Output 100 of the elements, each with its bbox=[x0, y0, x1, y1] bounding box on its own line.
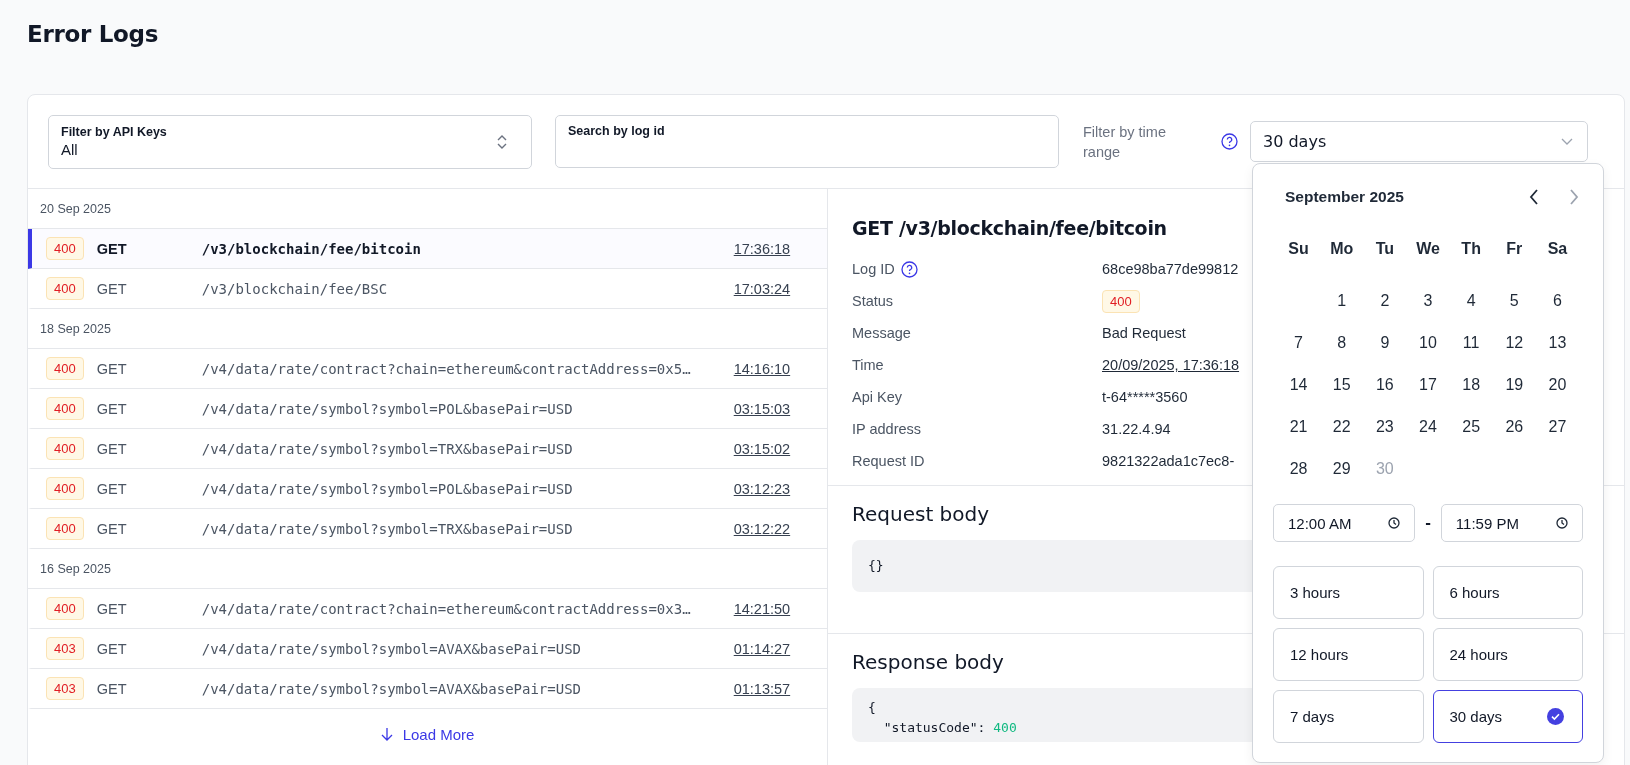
calendar-day[interactable]: 26 bbox=[1492, 406, 1536, 448]
calendar-day[interactable]: 4 bbox=[1449, 280, 1493, 322]
log-row[interactable]: 400 GET /v4/data/rate/symbol?symbol=TRX&basePair=USD 03:15:02 bbox=[28, 429, 827, 469]
method-text: GET bbox=[96, 280, 128, 297]
calendar-day[interactable]: 15 bbox=[1320, 364, 1364, 406]
calendar-day[interactable]: 28 bbox=[1277, 448, 1321, 490]
status-badge: 400 bbox=[46, 277, 84, 300]
calendar-day[interactable]: 14 bbox=[1277, 364, 1321, 406]
status-badge: 400 bbox=[46, 477, 84, 500]
chevron-left-icon[interactable] bbox=[1529, 189, 1539, 205]
path-text: /v4/data/rate/symbol?symbol=TRX&basePair=USD bbox=[201, 440, 574, 457]
field-label: Message bbox=[852, 325, 911, 341]
calendar-day[interactable]: 23 bbox=[1363, 406, 1407, 448]
check-circle-icon bbox=[1547, 708, 1564, 725]
field-value: 31.22.4.94 bbox=[1102, 421, 1171, 437]
weekday-label: Su bbox=[1287, 239, 1310, 259]
status-badge: 403 bbox=[46, 677, 84, 700]
method-text: GET bbox=[96, 240, 128, 257]
time-field[interactable]: 12:00 AM bbox=[1273, 504, 1416, 542]
calendar-day[interactable]: 17 bbox=[1406, 364, 1450, 406]
time-link[interactable]: 17:03:24 bbox=[733, 280, 791, 297]
preset-option[interactable]: 6 hours bbox=[1432, 566, 1583, 619]
weekday-label: Th bbox=[1460, 239, 1482, 259]
log-row[interactable]: 400 GET /v4/data/rate/symbol?symbol=POL&basePair=USD 03:12:23 bbox=[28, 469, 827, 509]
log-row[interactable]: 400 GET /v4/data/rate/symbol?symbol=TRX&basePair=USD 03:12:22 bbox=[28, 509, 827, 549]
weekday-label: Sa bbox=[1546, 239, 1569, 259]
time-link[interactable]: 03:15:02 bbox=[733, 440, 791, 457]
preset-option[interactable]: 30 days bbox=[1432, 690, 1583, 743]
calendar-day[interactable]: 5 bbox=[1492, 280, 1536, 322]
method-text: GET bbox=[96, 600, 128, 617]
time-separator: - bbox=[1425, 513, 1431, 533]
calendar-day[interactable]: 18 bbox=[1449, 364, 1493, 406]
time-link[interactable]: 14:16:10 bbox=[733, 360, 791, 377]
preset-option[interactable]: 12 hours bbox=[1273, 628, 1424, 681]
method-text: GET bbox=[96, 360, 128, 377]
log-row[interactable]: 400 GET /v4/data/rate/contract?chain=ethereum&contractAddress=0x3… 14:21:50 bbox=[28, 589, 827, 629]
status-badge: 400 bbox=[46, 517, 84, 540]
status-badge: 400 bbox=[46, 397, 84, 420]
method-text: GET bbox=[96, 640, 128, 657]
calendar-day[interactable]: 6 bbox=[1535, 280, 1579, 322]
calendar-day[interactable]: 10 bbox=[1406, 322, 1450, 364]
time-link[interactable]: 14:21:50 bbox=[733, 600, 791, 617]
log-row[interactable]: 403 GET /v4/data/rate/symbol?symbol=AVAX&basePair=USD 01:13:57 bbox=[28, 669, 827, 709]
date-header: 18 Sep 2025 bbox=[40, 321, 111, 336]
field-label: Request ID bbox=[852, 453, 925, 469]
calendar-day[interactable]: 29 bbox=[1320, 448, 1364, 490]
path-text: /v4/data/rate/contract?chain=ethereum&contractAddress=0x3… bbox=[201, 600, 692, 617]
time-link[interactable]: 17:36:18 bbox=[733, 240, 791, 257]
log-row[interactable]: 403 GET /v4/data/rate/symbol?symbol=AVAX&basePair=USD 01:14:27 bbox=[28, 629, 827, 669]
calendar-day[interactable]: 13 bbox=[1535, 322, 1579, 364]
weekday-label: Mo bbox=[1329, 239, 1355, 259]
log-row[interactable]: 400 GET /v3/blockchain/fee/BSC 17:03:24 bbox=[28, 269, 827, 309]
field-label: Status bbox=[852, 293, 894, 309]
time-link[interactable]: 03:12:23 bbox=[733, 480, 791, 497]
time-link[interactable]: 20/09/2025, 17:36:18 bbox=[1102, 357, 1240, 373]
search-field[interactable]: Search by log id bbox=[555, 115, 1059, 168]
calendar-day[interactable]: 25 bbox=[1449, 406, 1493, 448]
calendar-day[interactable]: 8 bbox=[1320, 322, 1364, 364]
method-text: GET bbox=[96, 400, 128, 417]
calendar-day[interactable]: 21 bbox=[1277, 406, 1321, 448]
time-field[interactable]: 11:59 PM bbox=[1440, 504, 1583, 542]
load-more-button[interactable]: Load More bbox=[374, 724, 481, 744]
calendar-day[interactable]: 9 bbox=[1363, 322, 1407, 364]
status-badge: 400 bbox=[46, 237, 84, 260]
field-value: 9821322ada1c7ec8- bbox=[1102, 453, 1235, 469]
field-value: 68ce98ba77de99812 bbox=[1102, 261, 1239, 277]
path-text: /v4/data/rate/contract?chain=ethereum&contractAddress=0x5… bbox=[201, 360, 692, 377]
preset-option[interactable]: 24 hours bbox=[1432, 628, 1583, 681]
calendar-day[interactable]: 2 bbox=[1363, 280, 1407, 322]
preset-option[interactable]: 7 days bbox=[1273, 690, 1424, 743]
calendar-day[interactable]: 27 bbox=[1535, 406, 1579, 448]
calendar-day[interactable]: 22 bbox=[1320, 406, 1364, 448]
help-icon[interactable] bbox=[900, 260, 918, 278]
help-icon[interactable] bbox=[1221, 133, 1238, 150]
time-range-select[interactable]: 30 days bbox=[1250, 121, 1588, 162]
calendar-day[interactable]: 12 bbox=[1492, 322, 1536, 364]
api-key-select[interactable]: Filter by API Keys All bbox=[48, 114, 532, 169]
status-badge: 400 bbox=[46, 597, 84, 620]
log-row[interactable]: 400 GET /v4/data/rate/symbol?symbol=POL&basePair=USD 03:15:03 bbox=[28, 389, 827, 429]
calendar-day[interactable]: 3 bbox=[1406, 280, 1450, 322]
time-link[interactable]: 03:15:03 bbox=[733, 400, 791, 417]
time-link[interactable]: 03:12:22 bbox=[733, 520, 791, 537]
time-link[interactable]: 01:14:27 bbox=[733, 640, 791, 657]
calendar-day[interactable]: 16 bbox=[1363, 364, 1407, 406]
calendar-day[interactable]: 1 bbox=[1320, 280, 1364, 322]
calendar-day[interactable]: 7 bbox=[1277, 322, 1321, 364]
calendar-day[interactable]: 19 bbox=[1492, 364, 1536, 406]
preset-option[interactable]: 3 hours bbox=[1273, 566, 1424, 619]
month-title: September 2025 bbox=[1285, 188, 1404, 206]
calendar-day[interactable]: 20 bbox=[1535, 364, 1579, 406]
log-row[interactable]: 400 GET /v3/blockchain/fee/bitcoin 17:36:18 bbox=[28, 229, 827, 269]
status-badge: 403 bbox=[46, 637, 84, 660]
calendar-day[interactable]: 24 bbox=[1406, 406, 1450, 448]
detail-title: GET /v3/blockchain/fee/bitcoin bbox=[852, 217, 1168, 239]
time-link[interactable]: 01:13:57 bbox=[733, 680, 791, 697]
log-row[interactable]: 400 GET /v4/data/rate/contract?chain=ethereum&contractAddress=0x5… 14:16:10 bbox=[28, 349, 827, 389]
path-text: /v4/data/rate/symbol?symbol=AVAX&basePair=USD bbox=[201, 640, 582, 657]
field-value: t-64*****3560 bbox=[1102, 389, 1188, 405]
calendar-day[interactable]: 11 bbox=[1449, 322, 1493, 364]
clock-icon bbox=[1556, 517, 1568, 529]
